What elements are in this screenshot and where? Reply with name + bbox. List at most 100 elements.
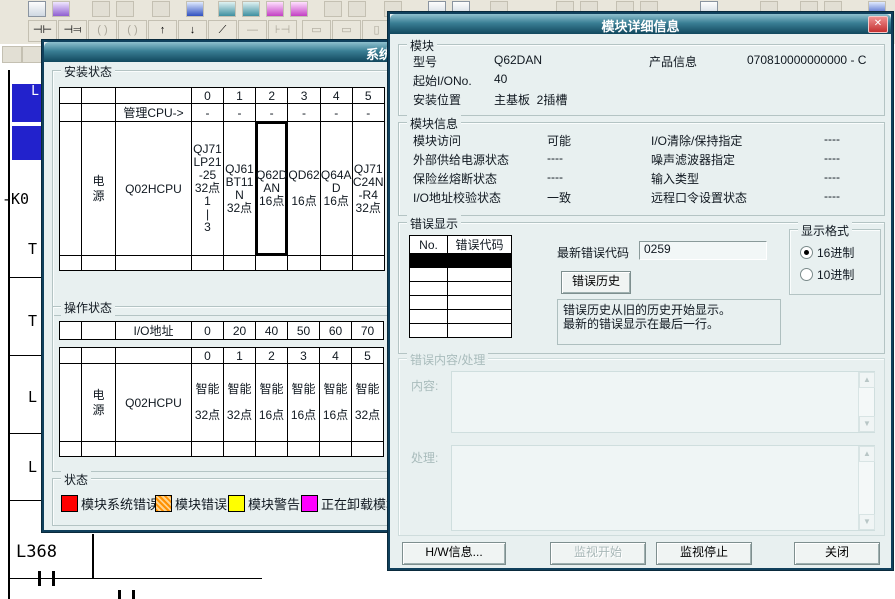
error-code-table[interactable]: No. 错误代码 [409,235,512,338]
error-row[interactable] [410,324,512,338]
product-label: 产品信息 [649,53,697,70]
error-row-selected[interactable] [410,254,512,268]
dialog-titlebar[interactable]: 模块详细信息 ✕ [390,14,891,34]
open-contact-button[interactable]: ⊣⊢ [28,20,57,42]
legend-item-unmounting: 正在卸载模块 [301,494,399,513]
error-content-group: 错误内容/处理 内容: ▲ ▼ 处理: ▲ ▼ [398,358,885,536]
module-cell-slot4[interactable]: Q64A D 16点 [320,122,352,256]
note-line1: 错误历史从旧的历史开始显示。 [558,300,780,317]
ladder-timer-t1: T [28,240,37,258]
input-type-label: 输入类型 [651,170,699,187]
module-cell-slot2-selected[interactable]: Q62D AN 16点 [256,122,288,256]
device-test2-icon[interactable] [290,1,308,17]
close-branch-button: ( ) [118,20,147,42]
dialog-title: 模块详细信息 [390,16,891,35]
managing-cpu-cell: - [256,104,288,122]
error-code-header: 错误代码 [448,236,512,254]
remote-password-value: ---- [824,189,840,203]
managing-cpu-cell: - [288,104,320,122]
op-cell-slot4[interactable]: 智能 16点 [320,364,352,442]
dec-radio-icon[interactable] [800,268,813,281]
error-display-title: 错误显示 [407,215,461,232]
close-contact-button[interactable]: ⊣⫤ [58,20,87,42]
power-supply-cell[interactable]: 电 源 [82,364,116,442]
module-cell-slot1[interactable]: QJ61 BT11 N 32点 [224,122,256,256]
slot-header: 2 [256,348,288,364]
error-row[interactable] [410,296,512,310]
io-address-value: 40 [256,322,288,340]
ladder-constant-k0: -K0 [2,190,29,208]
replace-icon [348,1,366,17]
dec-radio[interactable]: 10进制 [800,266,854,283]
new-window-icon[interactable] [28,1,46,17]
ladder-timer-t2: T [28,312,37,330]
error-row[interactable] [410,282,512,296]
ladder-rung-line5 [8,578,262,579]
note-line2: 最新的错误显示在最后一行。 [558,317,780,331]
status-cell [224,256,256,271]
network-tree2-icon[interactable] [242,1,260,17]
error-row[interactable] [410,268,512,282]
ladder-selected-cell[interactable]: L [12,84,41,122]
module-cell-slot0[interactable]: QJ71 LP21 -25 32点 1 | 3 [192,122,224,256]
op-cell-slot3[interactable]: 智能 16点 [288,364,320,442]
cpu-cell[interactable]: Q02HCPU [116,122,192,256]
slot-header: 2 [256,88,288,104]
model-value: Q62DAN [494,53,542,67]
latest-error-label: 最新错误代码 [557,244,629,261]
rising-pulse-button[interactable]: ↑ [148,20,177,42]
monitor-stop-button[interactable]: 监视停止 [656,542,752,565]
hex-radio[interactable]: 16进制 [800,244,854,261]
slot-header: 3 [288,348,320,364]
fuse-blown-label: 保险丝熔断状态 [413,170,497,187]
slot-header: 3 [288,88,320,104]
display-format-group: 显示格式 16进制 10进制 [789,229,881,295]
module-cell-slot3[interactable]: QD62 16点 [288,122,320,256]
head-io-label: 起始I/ONo. [413,72,472,89]
cpu-cell[interactable]: Q02HCPU [116,364,192,442]
module-cell-slot5[interactable]: QJ71 C24N -R4 32点 [352,122,384,256]
slash-contact-button[interactable]: ⟋ [208,20,237,42]
scroll-up-icon: ▲ [859,446,875,462]
find-icon [324,1,342,17]
op-cell-slot5[interactable]: 智能 32点 [352,364,384,442]
noise-filter-value: ---- [824,151,840,165]
project-tree-icon[interactable] [52,1,70,17]
slot-header: 0 [192,88,224,104]
ladder-selected-cell2[interactable] [12,126,41,160]
module-info-group: 模块信息 模块访问 可能 I/O清除/保持指定 ---- 外部供给电源状态 --… [398,122,885,216]
status-legend-title: 状态 [61,471,91,488]
legend-item-module-warning: 模块警告 [228,494,300,513]
network-tree-icon[interactable] [218,1,236,17]
status-cell [352,256,384,271]
module-access-value: 可能 [547,132,571,149]
close-button[interactable]: 关闭 [794,542,880,565]
op-cell-slot1[interactable]: 智能 32点 [224,364,256,442]
close-icon[interactable]: ✕ [868,16,888,33]
io-clear-hold-label: I/O清除/保持指定 [651,132,742,149]
op-cell-slot0[interactable]: 智能 32点 [192,364,224,442]
program-toolbar-button [2,46,22,63]
module-error-swatch [155,495,172,512]
io-verify-value: 一致 [547,189,571,206]
device-grid-icon[interactable] [186,1,204,17]
hw-info-button[interactable]: H/W信息... [402,542,506,565]
falling-pulse-button[interactable]: ↓ [178,20,207,42]
status-cell [320,442,352,457]
module-access-label: 模块访问 [413,132,461,149]
hex-radio-icon[interactable] [800,246,813,259]
module-info-title: 模块信息 [407,115,461,132]
device-test-icon[interactable] [266,1,284,17]
power-supply-cell[interactable]: 电 源 [82,122,116,256]
error-history-button[interactable]: 错误历史 [561,271,631,294]
error-row[interactable] [410,310,512,324]
op-cell-slot2[interactable]: 智能 16点 [256,364,288,442]
slot-header: 1 [224,88,256,104]
product-value: 070810000000000 - C [747,53,866,67]
content-textarea: ▲ ▼ [451,371,875,433]
ladder-left-rail [8,70,10,599]
slot-header: 5 [352,88,384,104]
vertical-line-button: ⊦⊣ [268,20,297,42]
status-cell [288,442,320,457]
io-address-value: 60 [320,322,352,340]
